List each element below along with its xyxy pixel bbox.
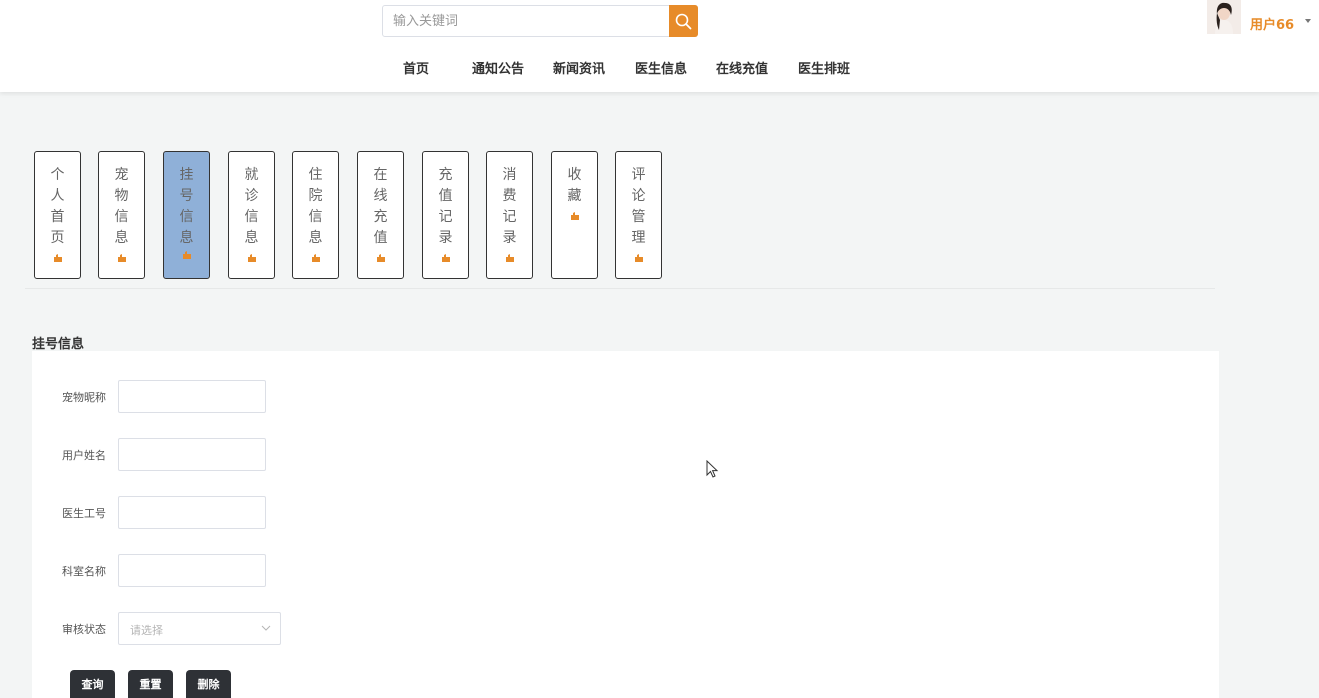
tab-label: 住院信息 (308, 167, 323, 246)
doctor-id-input[interactable] (118, 496, 266, 529)
department-label: 科室名称 (62, 565, 106, 578)
tab-label: 挂号信息 (179, 167, 194, 246)
hand-icon (442, 254, 450, 262)
department-input[interactable] (118, 554, 266, 587)
tab-label: 充值记录 (438, 167, 453, 246)
select-placeholder: 请选择 (130, 624, 163, 637)
hand-icon (377, 254, 385, 262)
tab-label: 在线充值 (373, 167, 388, 246)
tab-consumption-records[interactable]: 消费记录 (486, 151, 533, 279)
tab-label: 评论管理 (631, 167, 646, 246)
query-button[interactable]: 查询 (70, 670, 115, 698)
doctor-id-label: 医生工号 (62, 507, 106, 520)
chevron-down-icon[interactable] (1305, 19, 1311, 23)
personal-center-tabs: 个人首页 宠物信息 挂号信息 就诊信息 住院信息 在线充值 充值记录 消费记录 … (25, 142, 1215, 289)
tab-online-recharge[interactable]: 在线充值 (357, 151, 404, 279)
tab-label: 个人首页 (50, 167, 65, 246)
section-title: 挂号信息 (32, 337, 85, 352)
nav-news[interactable]: 新闻资讯 (553, 58, 605, 77)
nav-recharge[interactable]: 在线充值 (716, 58, 768, 77)
tab-pet-info[interactable]: 宠物信息 (98, 151, 145, 279)
hand-icon (635, 254, 643, 262)
hand-icon (571, 212, 579, 220)
avatar-image (1207, 0, 1241, 34)
user-name-label: 用户姓名 (62, 449, 106, 462)
hand-icon (248, 254, 256, 262)
tab-favorites[interactable]: 收藏 (551, 151, 598, 279)
search-button[interactable] (669, 5, 698, 37)
tab-registration-info[interactable]: 挂号信息 (163, 151, 210, 279)
hand-icon (312, 254, 320, 262)
tab-label: 宠物信息 (114, 167, 129, 246)
nav-notices[interactable]: 通知公告 (472, 58, 524, 77)
username[interactable]: 用户66 (1250, 14, 1294, 33)
tab-label: 消费记录 (502, 167, 517, 246)
search-input[interactable] (383, 6, 669, 36)
tab-personal-home[interactable]: 个人首页 (34, 151, 81, 279)
top-header: 首页 通知公告 新闻资讯 医生信息 在线充值 医生排班 用户66 (0, 0, 1319, 92)
search-form-panel: 宠物昵称 用户姓名 医生工号 科室名称 审核状态 请选择 查询 重置 删除 (32, 351, 1219, 698)
reset-button[interactable]: 重置 (128, 670, 173, 698)
hand-icon (118, 254, 126, 262)
review-status-label: 审核状态 (62, 623, 106, 636)
tab-comment-management[interactable]: 评论管理 (615, 151, 662, 279)
hand-icon (54, 254, 62, 262)
tab-hospitalization-info[interactable]: 住院信息 (292, 151, 339, 279)
delete-button[interactable]: 删除 (186, 670, 231, 698)
hand-icon (506, 254, 514, 262)
nav-schedule[interactable]: 医生排班 (798, 58, 850, 77)
pet-nickname-label: 宠物昵称 (62, 391, 106, 404)
tab-visit-info[interactable]: 就诊信息 (228, 151, 275, 279)
nav-doctors[interactable]: 医生信息 (635, 58, 687, 77)
tab-label: 收藏 (567, 167, 582, 204)
user-name-input[interactable] (118, 438, 266, 471)
hand-icon (183, 251, 191, 259)
tab-recharge-records[interactable]: 充值记录 (422, 151, 469, 279)
search-box (382, 5, 698, 37)
avatar[interactable] (1207, 0, 1241, 34)
tab-label: 就诊信息 (244, 167, 259, 246)
chevron-down-icon (261, 625, 271, 631)
review-status-select[interactable]: 请选择 (118, 612, 281, 645)
search-icon (675, 13, 692, 29)
mouse-cursor-icon (706, 460, 719, 478)
nav-home[interactable]: 首页 (403, 58, 429, 77)
pet-nickname-input[interactable] (118, 380, 266, 413)
